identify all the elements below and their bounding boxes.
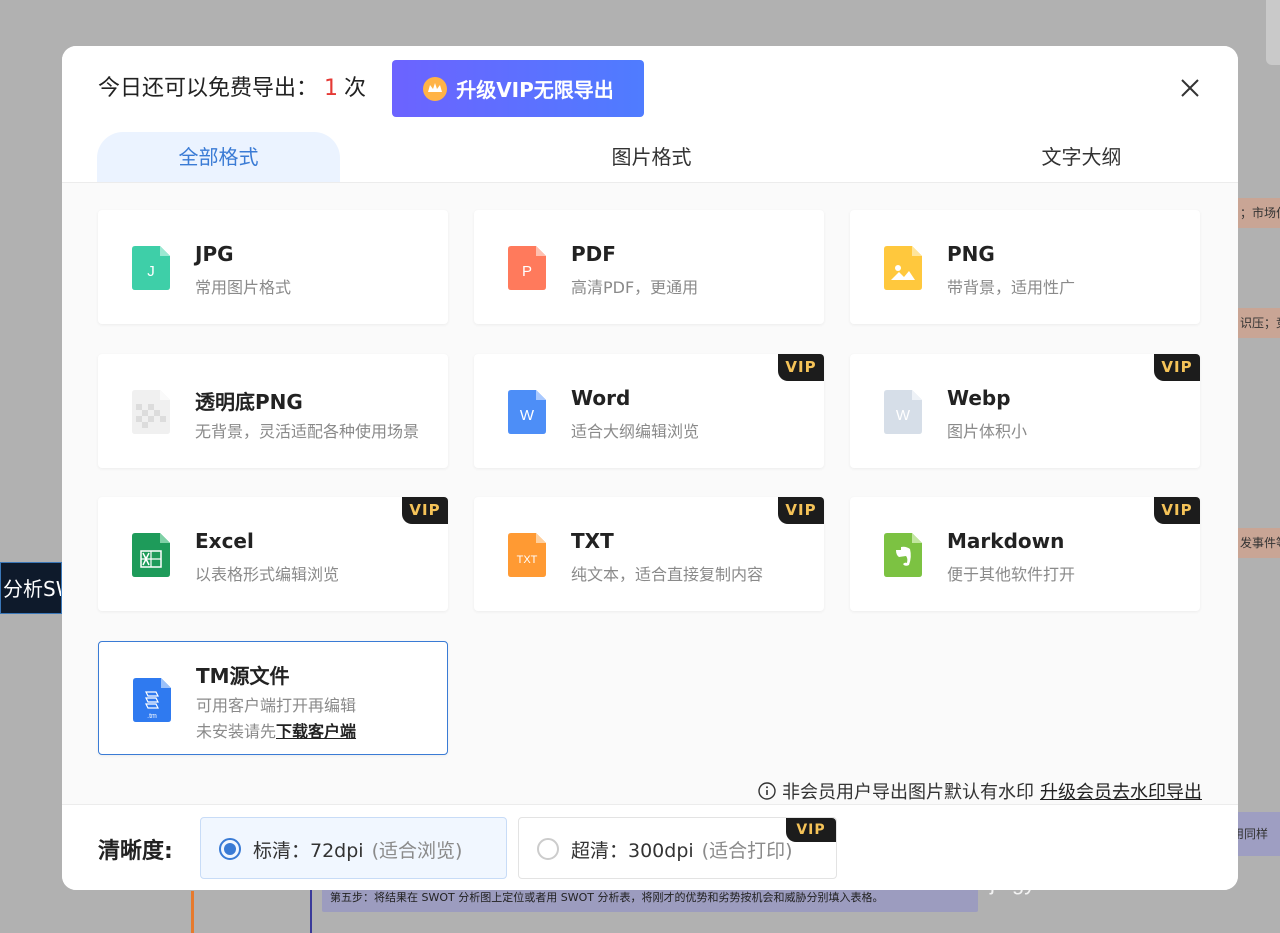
format-title: Webp	[947, 386, 1011, 410]
format-card-webp[interactable]: W Webp 图片体积小 VIP	[850, 354, 1200, 468]
download-client-link[interactable]: 下载客户端	[276, 722, 356, 741]
format-card-pdf[interactable]: P PDF 高清PDF，更通用	[474, 210, 824, 324]
bg-connector	[191, 891, 194, 933]
transparent-png-file-icon	[132, 390, 170, 434]
format-card-png[interactable]: PNG 带背景，适用性广	[850, 210, 1200, 324]
svg-text:J: J	[147, 263, 155, 280]
vip-badge: VIP	[1154, 354, 1200, 381]
svg-text:TXT: TXT	[517, 554, 538, 566]
bg-connector	[310, 884, 312, 933]
excel-file-icon	[132, 533, 170, 577]
format-desc: 纯文本，适合直接复制内容	[571, 565, 764, 584]
markdown-evernote-file-icon	[884, 533, 922, 577]
format-title: JPG	[195, 242, 234, 266]
format-title: Excel	[195, 529, 254, 553]
format-desc: 图片体积小	[947, 422, 1028, 441]
format-desc: 适合大纲编辑浏览	[571, 422, 700, 441]
format-card-markdown[interactable]: Markdown 便于其他软件打开 VIP	[850, 497, 1200, 611]
format-desc: 高清PDF，更通用	[571, 278, 699, 297]
format-tabs: 全部格式 图片格式 文字大纲	[62, 132, 1238, 183]
baidu-jingyan-watermark: Bai du 经验	[982, 810, 1237, 862]
jpg-file-icon: J	[132, 246, 170, 290]
pdf-file-icon: P	[508, 246, 546, 290]
txt-file-icon: TXT	[508, 533, 546, 577]
format-desc: 带背景，适用性广	[947, 278, 1076, 297]
format-desc: 可用客户端打开再编辑	[196, 696, 357, 715]
quota-count: 1	[324, 76, 339, 101]
baidu-jingyan-watermark-url: jingyan.baidu.com	[990, 870, 1168, 895]
svg-text:W: W	[896, 407, 911, 424]
word-file-icon: W	[508, 390, 546, 434]
vip-badge: VIP	[778, 354, 824, 381]
svg-text:.tm: .tm	[147, 713, 157, 720]
format-title: Word	[571, 386, 631, 410]
format-card-tm-source[interactable]: .tm TM源文件 可用客户端打开再编辑 未安装请先下载客户端	[98, 641, 448, 755]
free-export-quota: 今日还可以免费导出： 1 次	[98, 76, 367, 101]
bg-mindmap-node: ；市场位	[1238, 198, 1280, 228]
webp-file-icon: W	[884, 390, 922, 434]
tm-file-icon: .tm	[133, 678, 171, 722]
format-card-transparent-png[interactable]: 透明底PNG 无背景，灵活适配各种使用场景	[98, 354, 448, 468]
vip-badge: VIP	[778, 497, 824, 524]
vip-badge: VIP	[786, 818, 836, 842]
format-title: PDF	[571, 242, 616, 266]
png-image-file-icon	[884, 246, 922, 290]
tab-all-formats[interactable]: 全部格式	[97, 132, 340, 182]
format-desc: 常用图片格式	[195, 278, 292, 297]
format-title: TXT	[571, 529, 614, 553]
radio-button[interactable]	[537, 838, 559, 860]
format-title: Markdown	[947, 529, 1065, 553]
bg-mindmap-node: 分析SW	[0, 562, 62, 614]
resolution-option-hd[interactable]: 超清：300dpi (适合打印) VIP	[518, 817, 837, 879]
svg-text:W: W	[520, 407, 535, 424]
format-card-jpg[interactable]: J JPG 常用图片格式	[98, 210, 448, 324]
download-client-hint: 未安装请先下载客户端	[196, 722, 357, 741]
bg-mindmap-node: 识压；竞	[1238, 308, 1280, 338]
resolution-option-standard[interactable]: 标清：72dpi (适合浏览)	[200, 817, 507, 879]
format-title: TM源文件	[196, 664, 290, 688]
svg-text:P: P	[522, 263, 532, 280]
format-card-excel[interactable]: Excel 以表格形式编辑浏览 VIP	[98, 497, 448, 611]
format-card-txt[interactable]: TXT TXT 纯文本，适合直接复制内容 VIP	[474, 497, 824, 611]
dialog-header: 今日还可以免费导出： 1 次 升级VIP无限导出 全部格式 图片格式 文字大纲	[62, 46, 1238, 183]
radio-button[interactable]	[219, 838, 241, 860]
info-icon	[758, 782, 776, 800]
format-card-word[interactable]: W Word 适合大纲编辑浏览 VIP	[474, 354, 824, 468]
bg-mindmap-node: 发事件等	[1238, 528, 1280, 558]
format-desc: 便于其他软件打开	[947, 565, 1076, 584]
format-title: PNG	[947, 242, 995, 266]
tab-text-outline[interactable]: 文字大纲	[960, 132, 1203, 182]
vip-badge: VIP	[402, 497, 448, 524]
tab-image-formats[interactable]: 图片格式	[530, 132, 773, 182]
resolution-label: 清晰度:	[98, 839, 173, 864]
vip-crown-icon	[423, 76, 448, 101]
format-title: 透明底PNG	[195, 390, 303, 414]
upgrade-vip-button[interactable]: 升级VIP无限导出	[392, 60, 644, 117]
background-scrollbar-tab	[1266, 0, 1280, 65]
vip-badge: VIP	[1154, 497, 1200, 524]
format-desc: 无背景，灵活适配各种使用场景	[195, 422, 420, 441]
format-desc: 以表格形式编辑浏览	[195, 565, 340, 584]
export-dialog: 今日还可以免费导出： 1 次 升级VIP无限导出 全部格式 图片格式 文字大纲 J …	[62, 46, 1238, 890]
close-icon[interactable]	[1178, 76, 1202, 100]
